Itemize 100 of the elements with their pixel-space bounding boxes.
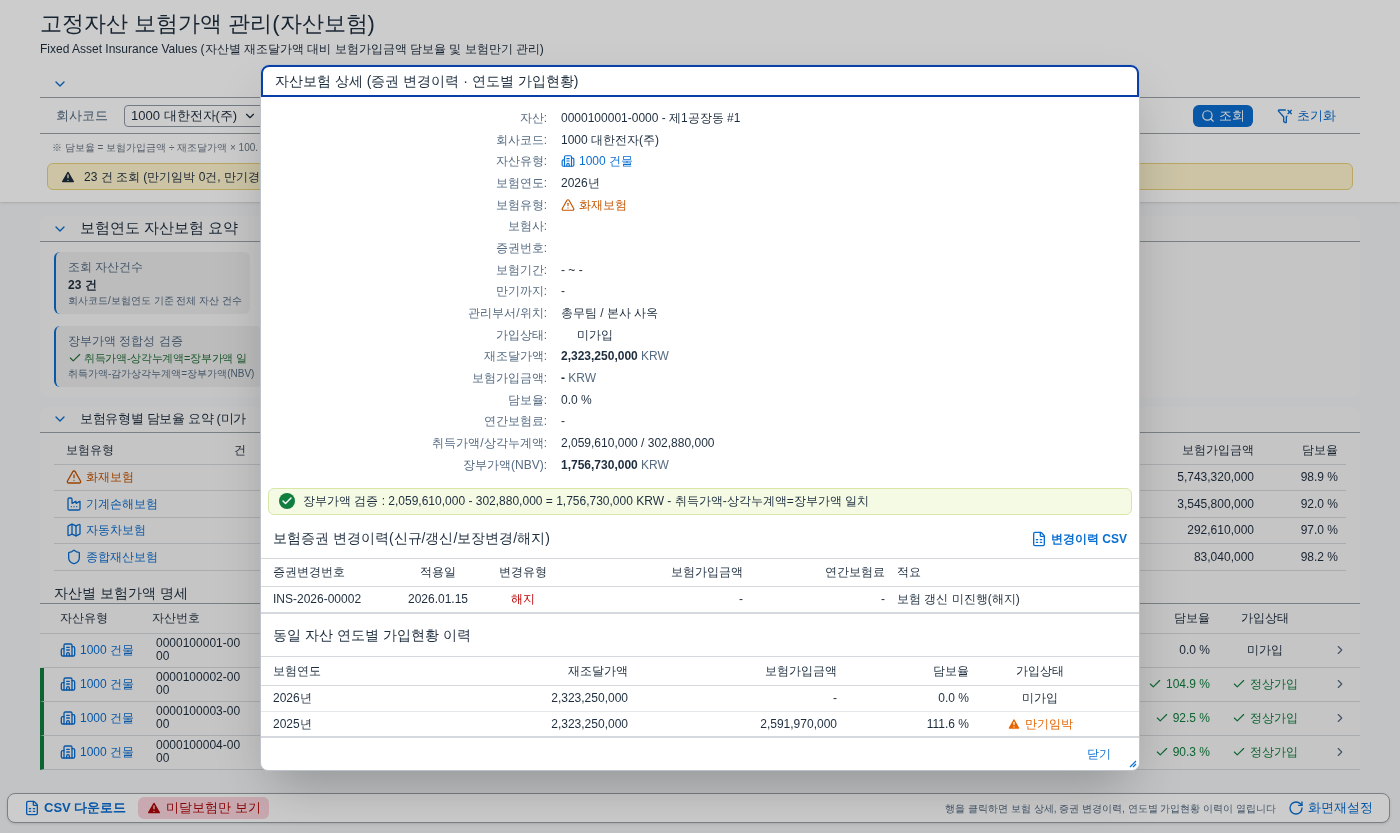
table-cell-text: 2026.01.15 bbox=[406, 591, 470, 609]
building-icon bbox=[561, 154, 575, 169]
column-header: 적요 bbox=[896, 564, 922, 582]
shortfall-filter-button[interactable]: 미달보험만 보기 bbox=[138, 797, 269, 819]
building-icon bbox=[60, 710, 76, 726]
resize-handle-icon[interactable] bbox=[1129, 760, 1137, 768]
section-title: 보험연도 자산보험 요약 bbox=[80, 218, 239, 239]
warning-icon bbox=[146, 800, 163, 816]
table-cell-text: 292,610,000 bbox=[1186, 522, 1254, 540]
insurance-type-link[interactable]: 종합재산보험 bbox=[54, 547, 234, 566]
field-value: - KRW bbox=[561, 370, 597, 388]
table-cell-text: INS-2026-00002 bbox=[273, 591, 363, 609]
column-header: 담보율 bbox=[1173, 610, 1210, 627]
card-description: 취득가액-감가상각누계액=장부가액(NBV) bbox=[68, 366, 255, 381]
warning-icon bbox=[60, 168, 76, 185]
check-result: 취득가액-상각누계액=장부가액 일 bbox=[84, 351, 247, 366]
warning-icon bbox=[561, 197, 575, 212]
status-cell-text: 미가입 bbox=[1246, 642, 1284, 659]
search-button[interactable]: 조회 bbox=[1193, 104, 1253, 127]
map-icon bbox=[66, 522, 82, 539]
field-value: 0000100001-0000 - 제1공장동 #1 bbox=[561, 109, 741, 127]
table-cell-text: 0000100002-0000 bbox=[156, 671, 242, 697]
section-title: 보험증권 변경이력(신규/갱신/보장변경/해지) bbox=[273, 529, 550, 549]
screen-reset-button[interactable]: 화면재설정 bbox=[1284, 798, 1377, 818]
page-subtitle: Fixed Asset Insurance Values (자산별 재조달가액 대비 보험가입금액 담보율 및 보험만기 관리) bbox=[40, 41, 545, 58]
table-cell-text: - bbox=[738, 591, 743, 609]
status-cell: 정상가입 bbox=[1210, 675, 1320, 693]
field-label: 연간보험료: bbox=[483, 413, 547, 431]
table-cell-text: 2025년 bbox=[273, 715, 313, 733]
card-title: 장부가액 정합성 검증 bbox=[68, 333, 184, 350]
field-label: 장부가액(NBV): bbox=[463, 456, 547, 474]
check-icon bbox=[1232, 677, 1246, 691]
change-type-cell-text: 해지 bbox=[510, 591, 536, 609]
dialog-title: 자산보험 상세 (증권 변경이력 · 연도별 가입현황) bbox=[261, 65, 1139, 97]
asset-type-link[interactable]: 1000 건물 bbox=[44, 743, 156, 761]
company-code-label: 회사코드 bbox=[56, 106, 108, 125]
field-label: 관리부서/위치: bbox=[468, 305, 547, 323]
column-header: 보험가입금액 bbox=[670, 564, 743, 582]
insurance-type-link[interactable]: 기계손해보험 bbox=[54, 494, 234, 513]
csv-download-button[interactable]: CSV 다운로드 bbox=[20, 798, 131, 818]
column-header: 자산번호 bbox=[152, 610, 201, 627]
column-header: 적용일 bbox=[419, 564, 457, 582]
close-button[interactable]: 닫기 bbox=[1087, 745, 1111, 763]
reset-filter-button[interactable]: 초기화 bbox=[1269, 104, 1344, 127]
table-cell-text: 보험 갱신 미진행(해지) bbox=[896, 591, 1021, 609]
column-header: 자산유형 bbox=[59, 610, 109, 627]
table-cell-text: 0.0 % bbox=[937, 690, 969, 708]
column-header: 보험가입금액 bbox=[1181, 442, 1254, 459]
footer-hint: 행을 클릭하면 보험 상세, 증권 변경이력, 연도별 가입현황 이력이 열립니다 bbox=[945, 801, 1276, 816]
field-label: 취득가액/상각누계액: bbox=[432, 435, 547, 453]
table-cell-text: 97.0 % bbox=[1299, 522, 1339, 540]
field-label: 보험연도: bbox=[495, 174, 547, 192]
rate-cell-text: 0.0 % bbox=[1178, 642, 1210, 659]
field-value: 1000 대한전자(주) bbox=[561, 131, 660, 149]
field-label: 증권번호: bbox=[495, 239, 547, 257]
column-header: 가입상태 bbox=[1015, 662, 1065, 680]
asset-type-link[interactable]: 1000 건물 bbox=[44, 641, 156, 659]
search-icon bbox=[1201, 108, 1215, 123]
column-header: 재조달가액 bbox=[567, 662, 628, 680]
column-header: 담보율 bbox=[1301, 442, 1339, 459]
building-icon bbox=[60, 642, 76, 658]
field-label: 보험사: bbox=[507, 218, 547, 236]
field-value: 미가입 bbox=[576, 326, 613, 344]
field-value: - bbox=[561, 283, 565, 301]
page-title: 고정자산 보험가액 관리(자산보험) bbox=[40, 10, 376, 38]
history-csv-button[interactable]: 변경이력 CSV bbox=[1031, 529, 1127, 548]
insurance-type-link[interactable]: 자동차보험 bbox=[54, 521, 234, 540]
table-cell-text: 98.2 % bbox=[1299, 548, 1339, 566]
insurance-type-link[interactable]: 화재보험 bbox=[54, 468, 234, 487]
shield-icon bbox=[66, 548, 82, 565]
warning-icon bbox=[66, 469, 82, 486]
column-header: 증권변경번호 bbox=[273, 564, 346, 582]
status-cell-text: 미가입 bbox=[1021, 690, 1059, 708]
field-label: 담보율: bbox=[507, 391, 547, 409]
filter-clear-icon bbox=[1277, 107, 1293, 124]
check-icon bbox=[1154, 711, 1169, 725]
field-value: 2026년 bbox=[561, 174, 600, 192]
success-icon bbox=[279, 493, 295, 510]
building-icon bbox=[60, 676, 76, 692]
status-cell: 정상가입 bbox=[1210, 709, 1320, 727]
card-description: 회사코드/보험연도 기준 전체 자산 건수 bbox=[68, 294, 242, 308]
building-icon bbox=[60, 744, 76, 760]
field-value: - bbox=[561, 413, 565, 431]
column-header: 보험유형 bbox=[65, 442, 115, 459]
asset-type-link[interactable]: 1000 건물 bbox=[44, 709, 156, 727]
column-header: 건 bbox=[234, 442, 247, 459]
table-cell-text: 2,323,250,000 bbox=[550, 715, 628, 733]
field-label: 만기까지: bbox=[495, 283, 547, 301]
verification-strip: 장부가액 검증 : 2,059,610,000 - 302,880,000 = 1,756,730,000 KRW - 취득가액-상각누계액=장부가액 일치 bbox=[268, 487, 1132, 515]
card-title: 조회 자산건수 bbox=[68, 259, 145, 276]
table-cell-text: 5,743,320,000 bbox=[1176, 469, 1254, 487]
field-label: 자산: bbox=[519, 109, 547, 127]
asset-type-link[interactable]: 1000 건물 bbox=[44, 675, 156, 693]
status-cell: 정상가입 bbox=[1210, 743, 1320, 761]
table-cell-text: 98.9 % bbox=[1299, 469, 1339, 487]
field-label: 가입상태: bbox=[495, 326, 547, 344]
card-value: 23 건 bbox=[68, 277, 98, 294]
field-value: - ~ - bbox=[561, 261, 583, 279]
table-cell-text: - bbox=[880, 591, 885, 609]
section-title: 보험유형별 담보율 요약 (미가 bbox=[80, 410, 246, 429]
